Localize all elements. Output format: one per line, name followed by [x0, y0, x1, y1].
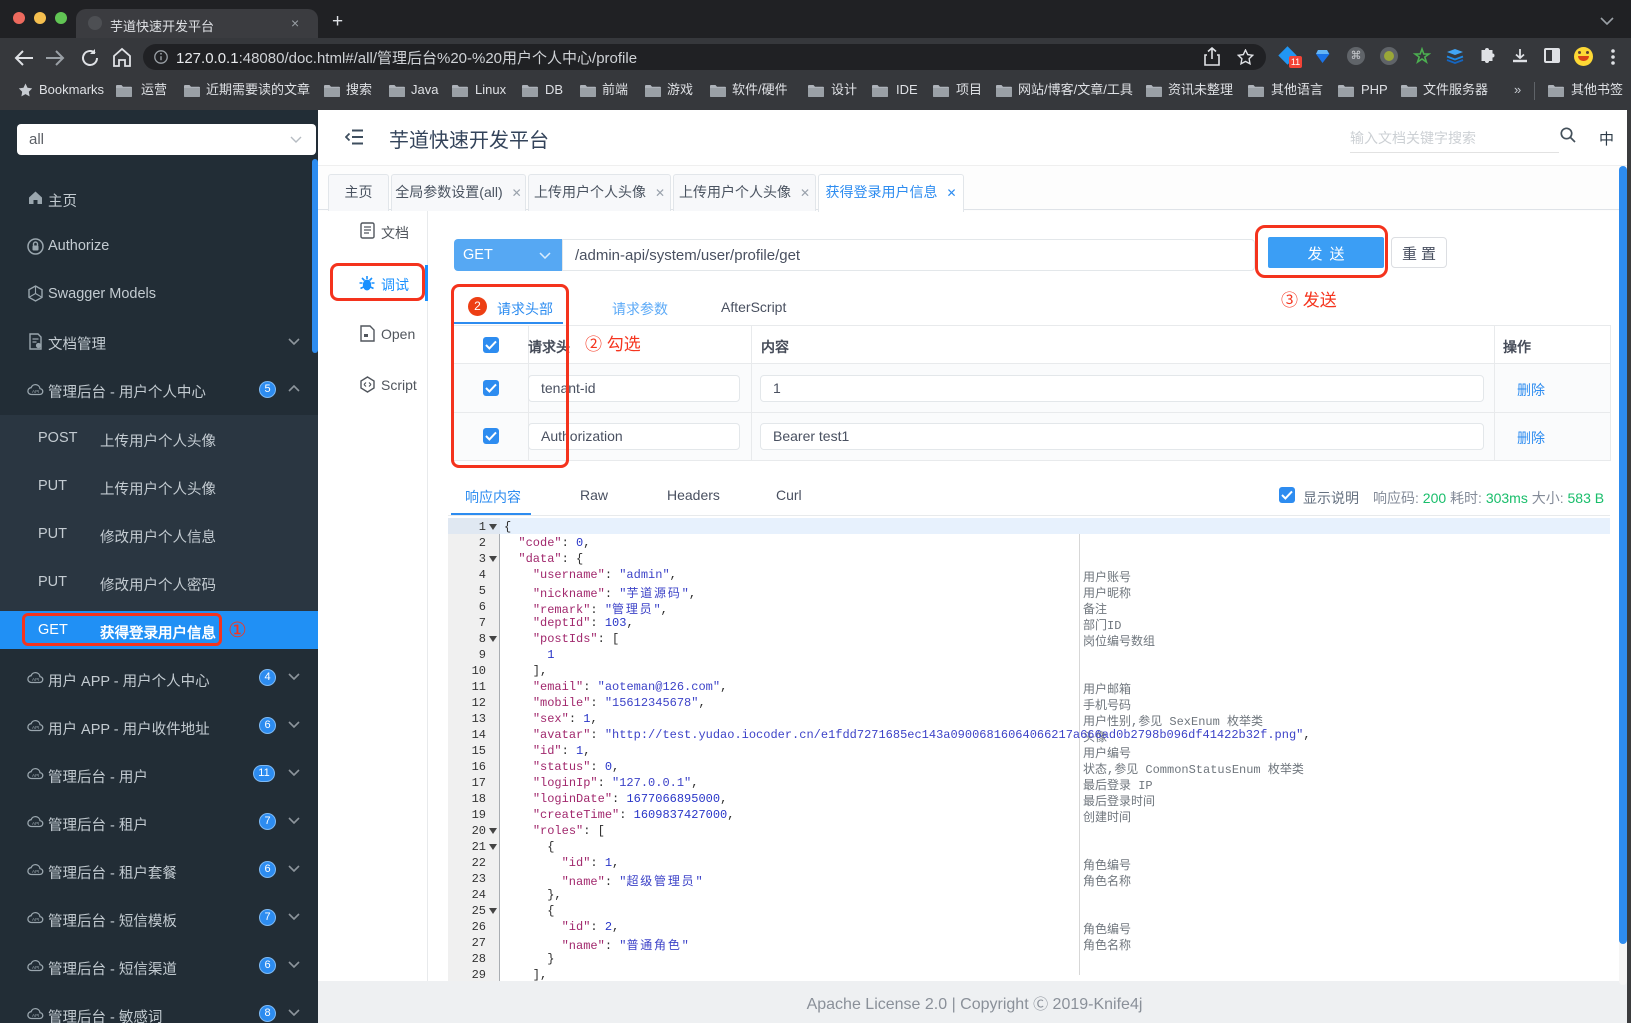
- svg-text:API: API: [32, 869, 39, 874]
- svg-text:API: API: [32, 677, 39, 682]
- svg-text:API: API: [32, 773, 39, 778]
- svg-text:API: API: [32, 821, 39, 826]
- svg-text:API: API: [32, 1013, 39, 1018]
- svg-text:API: API: [32, 389, 39, 394]
- svg-text:API: API: [32, 917, 39, 922]
- svg-text:API: API: [32, 725, 39, 730]
- svg-text:API: API: [32, 965, 39, 970]
